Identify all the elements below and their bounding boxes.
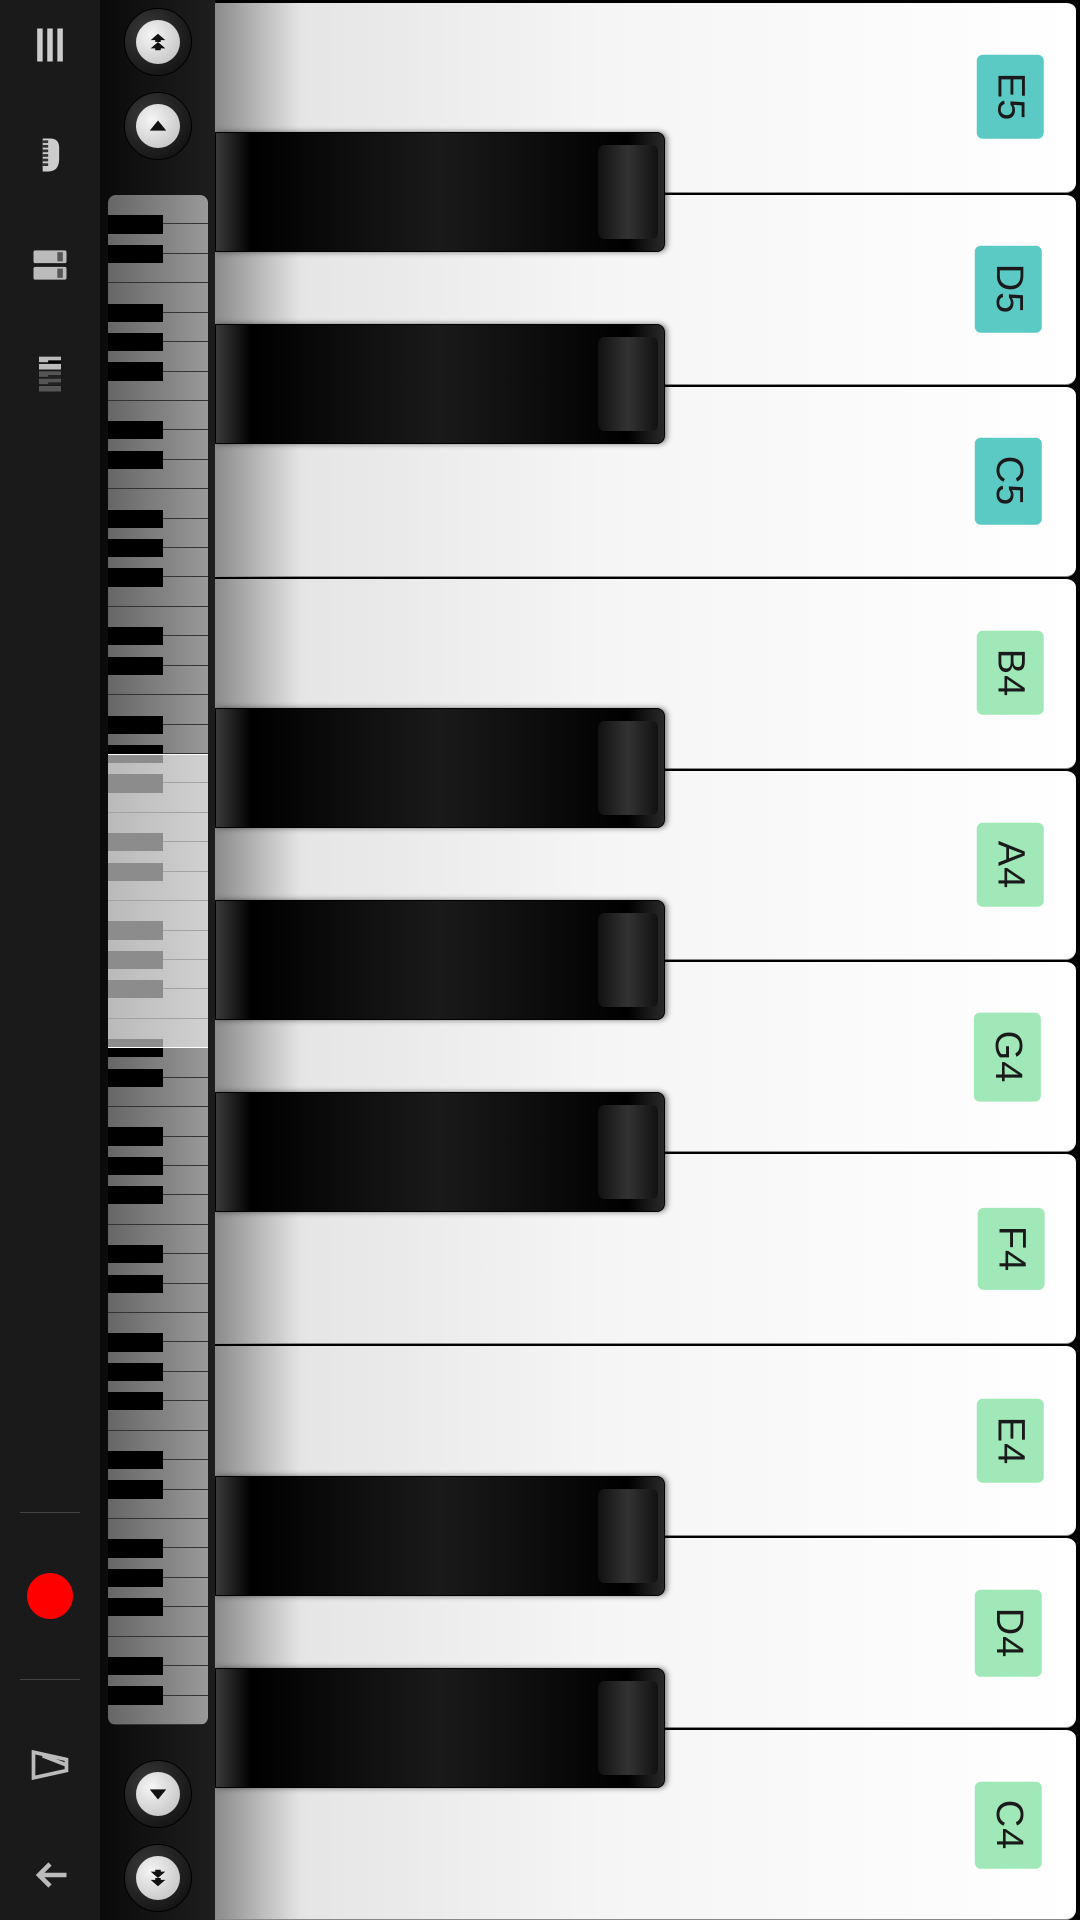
mini-white-key — [108, 1401, 208, 1430]
mini-black-key — [108, 1657, 163, 1675]
navigator-viewport-highlight[interactable] — [108, 754, 208, 1048]
navigation-column — [100, 0, 215, 1920]
mini-black-key — [108, 716, 163, 734]
black-key-above-F4[interactable] — [215, 1092, 665, 1211]
mini-black-key — [108, 1480, 163, 1498]
mini-white-key — [108, 666, 208, 695]
mini-black-key — [108, 1275, 163, 1293]
sound-preset-icon[interactable] — [25, 240, 75, 290]
mini-white-key — [108, 1195, 208, 1224]
mini-black-key — [108, 304, 163, 322]
mini-black-key — [108, 1392, 163, 1410]
mini-black-key — [108, 1569, 163, 1587]
key-label: C4 — [975, 1781, 1042, 1868]
double-chevron-down-icon — [136, 1856, 180, 1900]
key-label: E4 — [976, 1398, 1043, 1482]
mini-black-key — [108, 510, 163, 528]
mini-black-key — [108, 421, 163, 439]
mini-black-key — [108, 1451, 163, 1469]
mini-black-key — [108, 1186, 163, 1204]
keyboard-mode-icon[interactable] — [25, 350, 75, 400]
octave-down-fast-button[interactable] — [124, 1844, 192, 1912]
mini-white-key — [108, 577, 208, 606]
chevron-down-icon — [136, 1772, 180, 1816]
key-label: F4 — [977, 1208, 1044, 1290]
key-label: G4 — [974, 1013, 1041, 1102]
double-chevron-up-icon — [136, 20, 180, 64]
mini-white-key — [108, 1607, 208, 1636]
mini-black-key — [108, 568, 163, 586]
key-label: A4 — [976, 823, 1043, 907]
toolbar-bottom-group — [20, 1512, 80, 1900]
mini-black-key — [108, 1363, 163, 1381]
instrument-piano-icon[interactable] — [25, 130, 75, 180]
key-label: D4 — [975, 1589, 1042, 1676]
mini-black-key — [108, 1245, 163, 1263]
mini-black-key — [108, 1333, 163, 1351]
divider — [20, 1679, 80, 1680]
mini-black-key — [108, 657, 163, 675]
record-button[interactable] — [27, 1573, 73, 1619]
mini-black-key — [108, 539, 163, 557]
mini-black-key — [108, 627, 163, 645]
key-label: D5 — [975, 246, 1042, 333]
mini-white-key — [108, 1078, 208, 1107]
scroll-up-button[interactable] — [124, 92, 192, 160]
key-label: B4 — [976, 631, 1043, 715]
mini-black-key — [108, 362, 163, 380]
key-label: C5 — [975, 438, 1042, 525]
mini-black-key — [108, 333, 163, 351]
mini-white-key — [108, 1696, 208, 1725]
toolbar — [0, 0, 100, 1920]
black-key-above-C5[interactable] — [215, 324, 665, 443]
piano-keyboard: C4 D4 E4 F4 G4 A4 B4 C5 D5 E5 — [215, 0, 1080, 1920]
metronome-icon[interactable] — [25, 1740, 75, 1790]
mini-white-key — [108, 460, 208, 489]
black-key-above-D4[interactable] — [215, 1476, 665, 1595]
mini-white-key — [108, 1284, 208, 1313]
mini-white-key — [108, 1490, 208, 1519]
mini-black-key — [108, 1069, 163, 1087]
toolbar-top-group — [25, 20, 75, 400]
mini-black-key — [108, 1598, 163, 1616]
keyboard-navigator[interactable] — [108, 195, 208, 1725]
black-key-above-D5[interactable] — [215, 132, 665, 251]
black-key-above-G4[interactable] — [215, 900, 665, 1019]
mini-black-key — [108, 245, 163, 263]
mini-black-key — [108, 215, 163, 233]
scroll-down-button[interactable] — [124, 1760, 192, 1828]
mini-white-key — [108, 372, 208, 401]
mini-black-key — [108, 1127, 163, 1145]
mini-black-key — [108, 1157, 163, 1175]
chevron-up-icon — [136, 104, 180, 148]
mini-white-key — [108, 254, 208, 283]
black-key-above-A4[interactable] — [215, 708, 665, 827]
menu-icon[interactable] — [25, 20, 75, 70]
key-label: E5 — [976, 55, 1043, 139]
octave-up-fast-button[interactable] — [124, 8, 192, 76]
mini-black-key — [108, 1686, 163, 1704]
black-key-above-C4[interactable] — [215, 1668, 665, 1787]
download-icon[interactable] — [25, 1850, 75, 1900]
divider — [20, 1512, 80, 1513]
mini-black-key — [108, 1539, 163, 1557]
mini-black-key — [108, 451, 163, 469]
